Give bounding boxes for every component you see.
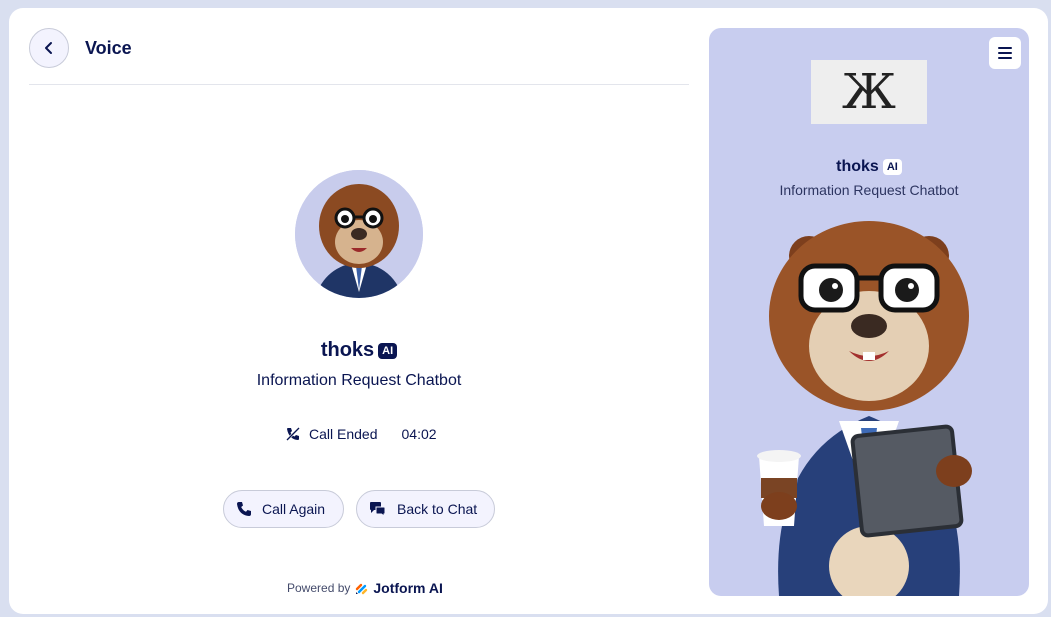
menu-icon — [998, 47, 1012, 59]
back-to-chat-button[interactable]: Back to Chat — [356, 490, 495, 528]
call-again-button[interactable]: Call Again — [223, 490, 344, 528]
jotform-logo-icon — [356, 583, 368, 595]
header: Voice — [29, 28, 689, 85]
chat-icon — [370, 502, 386, 517]
call-duration: 04:02 — [401, 426, 437, 442]
powered-by-label: Powered by — [287, 581, 351, 595]
back-button[interactable] — [29, 28, 69, 68]
agent-illustration — [757, 221, 972, 596]
agent-role: Information Request Chatbot — [256, 372, 462, 389]
back-icon — [45, 42, 52, 54]
agent-name-row: thoks AI — [9, 339, 709, 362]
phone-icon — [237, 502, 251, 516]
page-title: Voice — [85, 38, 132, 58]
agent-name: thoks — [320, 339, 375, 361]
powered-by-brand: Jotform AI — [373, 580, 443, 596]
call-status-label: Call Ended — [309, 426, 378, 442]
call-status: Call Ended 04:02 — [285, 426, 437, 442]
call-again-label: Call Again — [262, 501, 326, 517]
panel-agent-name: thoks — [836, 158, 879, 175]
company-logo-mark: Ж — [842, 64, 896, 120]
ai-badge: AI — [378, 342, 398, 359]
powered-by: Powered by Jotform AI — [287, 580, 443, 596]
panel-agent-role: Information Request Chatbot — [779, 182, 959, 198]
back-to-chat-label: Back to Chat — [397, 501, 478, 517]
avatar — [295, 170, 423, 298]
company-logo: Ж — [811, 60, 927, 124]
voice-card: Voice thoks AI Information Request Chatbo… — [9, 8, 1048, 614]
menu-button[interactable] — [989, 37, 1021, 69]
panel-agent-name-row: thoks AI — [709, 158, 1029, 176]
call-ended-icon — [286, 427, 300, 441]
panel-ai-badge: AI — [882, 159, 902, 175]
agent-preview-panel: Ж thoks AI Information Request Chatbot — [709, 28, 1029, 596]
